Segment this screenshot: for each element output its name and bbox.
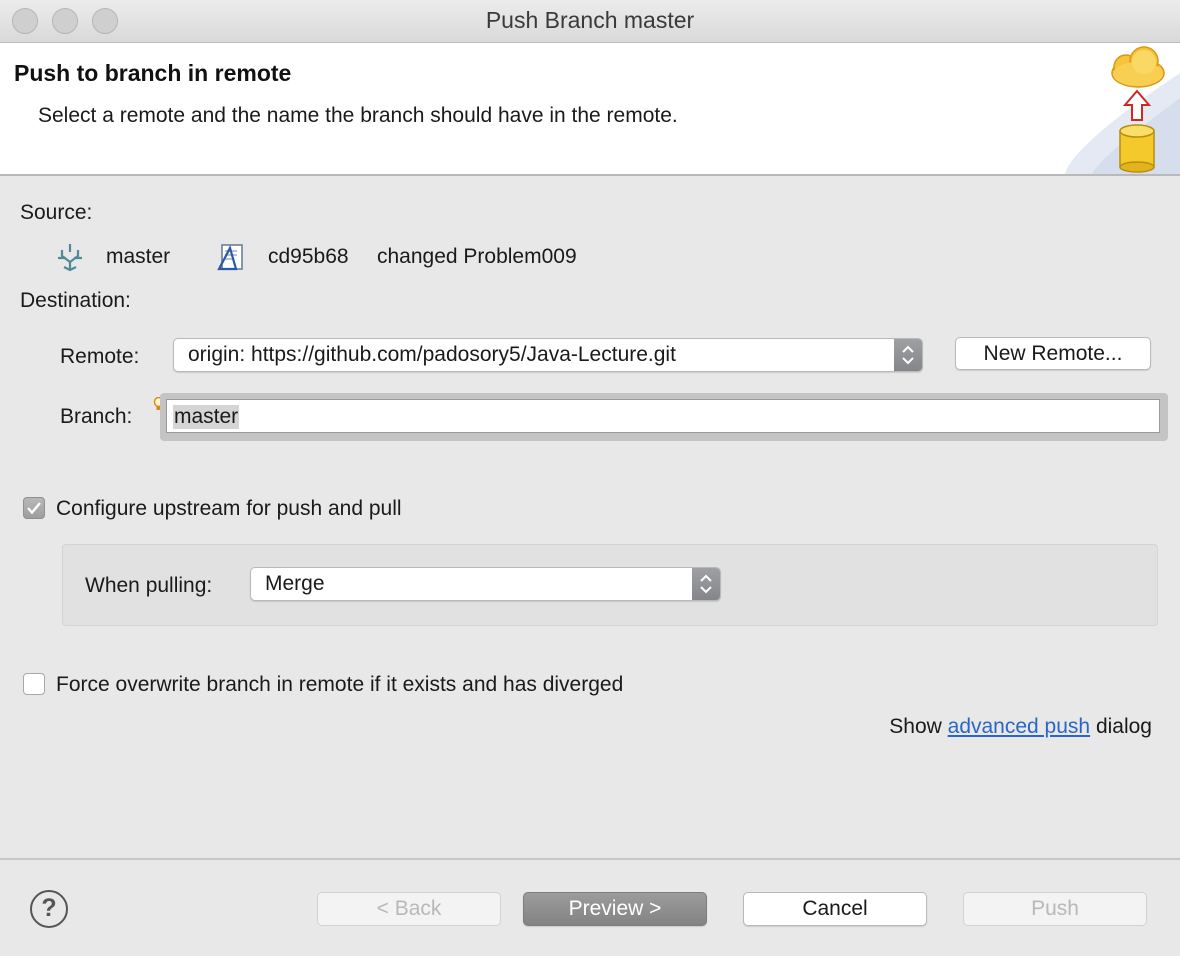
force-overwrite-checkbox[interactable] <box>23 673 45 695</box>
when-pulling-value: Merge <box>265 572 325 595</box>
remote-select-arrow[interactable] <box>894 339 922 371</box>
source-branch-name: master <box>106 245 171 268</box>
title-bar: Push Branch master <box>0 0 1180 43</box>
help-button[interactable]: ? <box>30 890 68 928</box>
force-overwrite-label[interactable]: Force overwrite branch in remote if it e… <box>56 673 623 697</box>
page-title: Push to branch in remote <box>14 60 292 86</box>
upstream-options-group: When pulling: Merge <box>62 544 1158 626</box>
up-down-chevron-icon <box>700 574 712 594</box>
back-button[interactable]: < Back <box>317 892 501 926</box>
advanced-push-link[interactable]: advanced push <box>948 715 1090 738</box>
when-pulling-label: When pulling: <box>85 574 213 597</box>
branch-name-input[interactable]: master <box>166 399 1160 433</box>
when-pulling-select[interactable]: Merge <box>250 567 721 601</box>
cancel-button[interactable]: Cancel <box>743 892 927 926</box>
advanced-suffix: dialog <box>1095 715 1152 738</box>
push-to-cloud-icon <box>1065 46 1180 174</box>
footer-divider <box>0 858 1180 860</box>
configure-upstream-label[interactable]: Configure upstream for push and pull <box>56 497 402 521</box>
preview-button[interactable]: Preview > <box>523 892 707 926</box>
advanced-push-line: Show advanced push dialog <box>889 715 1152 739</box>
page-description: Select a remote and the name the branch … <box>38 104 678 127</box>
push-button[interactable]: Push <box>963 892 1147 926</box>
remote-label: Remote: <box>60 345 140 368</box>
advanced-prefix: Show <box>889 715 942 738</box>
source-commit-id: cd95b68 <box>268 245 349 268</box>
up-down-chevron-icon <box>902 345 914 365</box>
branch-label: Branch: <box>60 405 133 428</box>
source-commit-message: changed Problem009 <box>377 245 577 268</box>
header-banner: Push to branch in remote Select a remote… <box>0 43 1180 176</box>
branch-icon <box>58 244 82 272</box>
when-pulling-arrow[interactable] <box>692 568 720 600</box>
branch-name-value: master <box>173 405 240 429</box>
window-title: Push Branch master <box>485 7 695 33</box>
destination-label: Destination: <box>20 289 131 312</box>
new-remote-button[interactable]: New Remote... <box>955 337 1151 370</box>
push-branch-dialog: Push Branch master Push to branch in rem… <box>0 0 1180 956</box>
commit-icon <box>217 244 243 271</box>
branch-field-focus-ring: master <box>160 393 1168 441</box>
source-label: Source: <box>20 201 93 224</box>
remote-select[interactable]: origin: https://github.com/padosory5/Jav… <box>173 338 923 372</box>
configure-upstream-checkbox[interactable] <box>23 497 45 519</box>
checkmark-icon <box>27 502 41 515</box>
remote-select-value: origin: https://github.com/padosory5/Jav… <box>188 343 676 366</box>
